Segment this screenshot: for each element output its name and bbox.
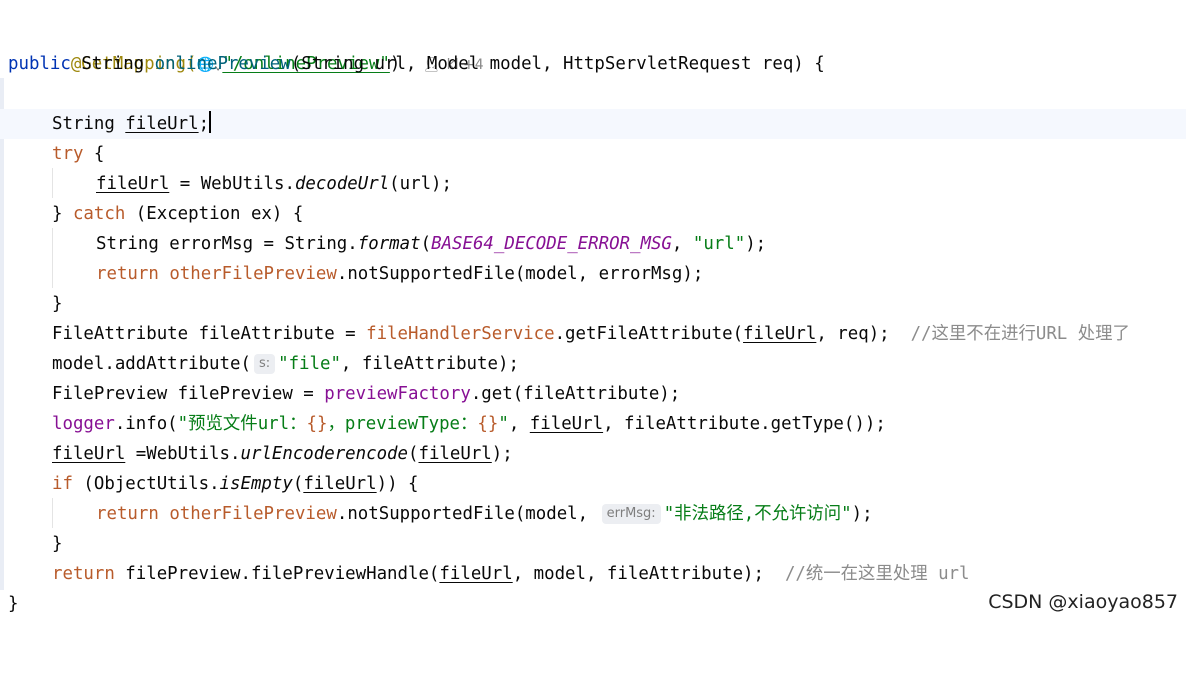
placeholder-token: {} bbox=[477, 414, 499, 434]
code-token: } bbox=[52, 204, 73, 224]
code-line[interactable]: if (ObjectUtils.isEmpty(fileUrl)) { bbox=[0, 469, 1186, 499]
variable-token: fileUrl bbox=[96, 174, 170, 194]
code-line[interactable]: return otherFilePreview.notSupportedFile… bbox=[0, 499, 1186, 529]
code-token: { bbox=[83, 144, 105, 164]
code-line[interactable]: try { bbox=[0, 139, 1186, 169]
code-token: .info( bbox=[114, 414, 178, 434]
code-line-annotation[interactable]: @GetMapping(🌐⌄"/onlinePreview") 👤︎ kl +4 bbox=[0, 19, 1186, 74]
code-token: FilePreview filePreview = bbox=[52, 384, 325, 404]
code-token: , bbox=[671, 234, 693, 254]
keyword-public: public bbox=[8, 54, 71, 74]
watermark: CSDN @xiaoyao857 bbox=[988, 591, 1178, 613]
code-token: , bbox=[508, 414, 530, 434]
keyword-token: try bbox=[52, 144, 84, 164]
code-token: model.addAttribute( bbox=[52, 354, 251, 374]
static-method-token: decodeUrl bbox=[294, 174, 390, 194]
comment-token: //这里不在进行URL 处理了 bbox=[910, 324, 1130, 344]
code-token: (url); bbox=[389, 174, 452, 194]
method-name: onlinePreview bbox=[154, 54, 291, 74]
code-line[interactable]: } bbox=[0, 529, 1186, 559]
code-token: )) { bbox=[376, 474, 419, 494]
code-line[interactable]: } bbox=[0, 289, 1186, 319]
keyword-token: return bbox=[96, 264, 159, 284]
keyword-token: return bbox=[52, 564, 115, 584]
code-token: ); bbox=[491, 444, 513, 464]
code-token: .notSupportedFile(model, errorMsg); bbox=[336, 264, 704, 284]
code-token: ( bbox=[420, 234, 432, 254]
comment-token: //统一在这里处理 url bbox=[784, 564, 970, 584]
string-token: " bbox=[498, 414, 509, 434]
code-token: String bbox=[52, 114, 126, 134]
code-token: } bbox=[52, 294, 63, 314]
static-method-token: format bbox=[357, 234, 421, 254]
string-token: ，previewType： bbox=[327, 414, 478, 434]
code-line-current[interactable]: String fileUrl; bbox=[0, 109, 1186, 139]
variable-token: fileUrl bbox=[418, 444, 492, 464]
return-type: String bbox=[81, 54, 145, 74]
code-line[interactable]: String errorMsg = String.format(BASE64_D… bbox=[0, 229, 1186, 259]
string-token: "file" bbox=[278, 354, 341, 374]
code-token: ); bbox=[851, 504, 873, 524]
code-line[interactable]: logger.info("预览文件url：{}，previewType：{}",… bbox=[0, 409, 1186, 439]
code-line[interactable]: return otherFilePreview.notSupportedFile… bbox=[0, 259, 1186, 289]
variable-token: fileUrl bbox=[303, 474, 377, 494]
code-token: } bbox=[8, 594, 19, 614]
code-token: ( bbox=[292, 474, 304, 494]
parameter-hint: s: bbox=[253, 354, 276, 374]
code-token: , fileAttribute.getType()); bbox=[603, 414, 886, 434]
keyword-token: return bbox=[96, 504, 159, 524]
code-token: .notSupportedFile(model, bbox=[336, 504, 599, 524]
string-token: "url" bbox=[692, 234, 746, 254]
placeholder-token: {} bbox=[306, 414, 328, 434]
field-token: fileHandlerService bbox=[366, 324, 555, 344]
code-line[interactable]: } catch (Exception ex) { bbox=[0, 199, 1186, 229]
code-line[interactable]: return filePreview.filePreviewHandle(fil… bbox=[0, 559, 1186, 589]
code-token: .getFileAttribute( bbox=[554, 324, 744, 344]
code-token: , req); bbox=[816, 324, 911, 344]
constant-token: BASE64_DECODE_ERROR_MSG bbox=[431, 234, 672, 254]
string-token: "非法路径,不允许访问" bbox=[663, 504, 852, 524]
variable-token: fileUrl bbox=[52, 444, 126, 464]
keyword-token: catch bbox=[72, 204, 126, 224]
code-line[interactable]: model.addAttribute(s: "file", fileAttribu… bbox=[0, 349, 1186, 379]
static-method-token: isEmpty bbox=[219, 474, 293, 494]
code-line-signature[interactable]: public String onlinePreview(String url, … bbox=[0, 49, 1186, 79]
parameter-hint: errMsg: bbox=[601, 504, 661, 524]
code-token: ; bbox=[198, 114, 210, 134]
code-token: = WebUtils. bbox=[169, 174, 295, 194]
code-line[interactable]: FileAttribute fileAttribute = fileHandle… bbox=[0, 319, 1186, 349]
code-token: ); bbox=[745, 234, 767, 254]
code-token: } bbox=[52, 534, 63, 554]
variable-token: fileUrl bbox=[529, 414, 604, 434]
method-params: (String url, Model model, HttpServletReq… bbox=[290, 54, 825, 74]
code-token: =WebUtils. bbox=[125, 444, 241, 464]
text-cursor bbox=[209, 111, 212, 133]
code-token: (ObjectUtils. bbox=[72, 474, 220, 494]
code-token: , fileAttribute); bbox=[340, 354, 519, 374]
code-token: (Exception ex) { bbox=[125, 204, 304, 224]
field-token: otherFilePreview bbox=[169, 264, 337, 284]
variable-token: fileUrl bbox=[743, 324, 817, 344]
variable-token: fileUrl bbox=[439, 564, 513, 584]
variable-token: fileUrl bbox=[125, 114, 199, 134]
string-token: "预览文件url： bbox=[177, 414, 307, 434]
code-token: , model, fileAttribute); bbox=[512, 564, 785, 584]
field-token: otherFilePreview bbox=[169, 504, 337, 524]
code-line[interactable]: FilePreview filePreview = previewFactory… bbox=[0, 379, 1186, 409]
code-token: String errorMsg = String. bbox=[96, 234, 358, 254]
code-line[interactable]: fileUrl = WebUtils.decodeUrl(url); bbox=[0, 169, 1186, 199]
code-token: filePreview.filePreviewHandle( bbox=[114, 564, 440, 584]
code-line[interactable]: fileUrl =WebUtils.urlEncoderencode(fileU… bbox=[0, 439, 1186, 469]
code-token: .get(fileAttribute); bbox=[470, 384, 681, 404]
static-method-token: urlEncoderencode bbox=[240, 444, 408, 464]
code-token: ( bbox=[408, 444, 419, 464]
keyword-token: if bbox=[52, 474, 73, 494]
field-token: logger bbox=[52, 414, 115, 434]
field-token: previewFactory bbox=[324, 384, 471, 404]
code-token: FileAttribute fileAttribute = bbox=[52, 324, 367, 344]
